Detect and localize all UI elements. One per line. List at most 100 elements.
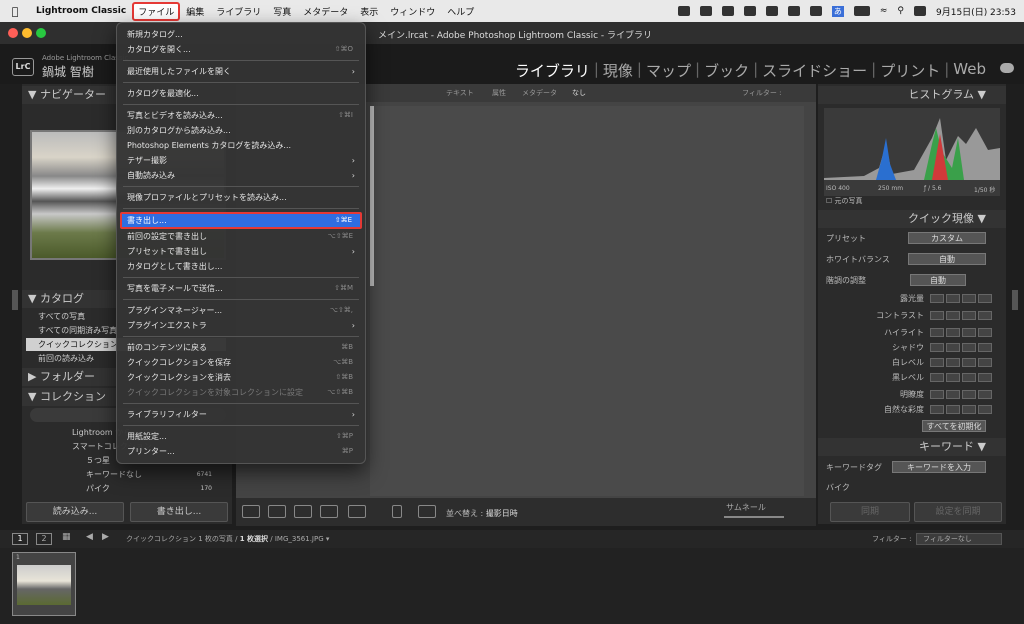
wifi-icon[interactable]: ≈ [880, 6, 888, 16]
collection-item[interactable]: パイク 170 [26, 482, 226, 495]
survey-view-icon[interactable] [320, 505, 338, 518]
keyword-tags-input[interactable]: キーワードを入力 [892, 461, 986, 473]
menu-item-export[interactable]: 書き出し... ⇧⌘E [120, 212, 362, 229]
people-view-icon[interactable] [348, 505, 366, 518]
menu-library[interactable]: ライブラリ [210, 5, 267, 18]
clarity-steppers[interactable] [930, 390, 992, 399]
dropbox-icon[interactable] [699, 6, 712, 16]
minimize-window-button[interactable] [22, 28, 32, 38]
sort-direction-icon[interactable] [418, 505, 436, 518]
folder-icon[interactable] [721, 6, 734, 16]
contrast-steppers[interactable] [930, 311, 992, 320]
right-panel-toggle[interactable] [1012, 290, 1018, 310]
original-photo-toggle[interactable]: ☐ 元の写真 [826, 196, 863, 206]
filmstrip-source[interactable]: クイックコレクション 1 枚の写真 / 1 枚選択 / IMG_3561.JPG… [126, 534, 329, 544]
menu-item[interactable]: プラグインエクストラ › [117, 318, 365, 333]
filmstrip-filter-dropdown[interactable]: フィルターなし [916, 533, 1002, 545]
module-develop[interactable]: 現像 [603, 60, 633, 81]
page-1-button[interactable]: 1 [12, 533, 28, 545]
photo-grid[interactable] [370, 106, 804, 496]
sync-button[interactable]: 同期 [830, 502, 910, 522]
menu-metadata[interactable]: メタデータ [297, 5, 354, 18]
shadows-steppers[interactable] [930, 343, 992, 352]
grid-view-icon[interactable] [242, 505, 260, 518]
menu-view[interactable]: 表示 [354, 5, 384, 18]
menu-item[interactable]: ライブラリフィルター › [117, 407, 365, 422]
spray-can-icon[interactable] [392, 505, 402, 518]
left-panel-toggle[interactable] [12, 290, 18, 310]
module-web[interactable]: Web [953, 60, 986, 81]
menu-file[interactable]: ファイル [132, 1, 181, 21]
clock[interactable]: 9月15日(日) 23:53 [936, 5, 1016, 18]
grid-icon[interactable]: ▦ [62, 532, 71, 542]
menu-item[interactable]: Photoshop Elements カタログを読み込み... [117, 138, 365, 153]
reset-all-button[interactable]: すべてを初期化 [922, 420, 986, 432]
filmstrip-thumbnail[interactable]: 1 [12, 552, 76, 616]
close-window-button[interactable] [8, 28, 18, 38]
histogram[interactable]: ISO 400 250 mm ƒ / 5.6 1/50 秒 [824, 108, 1000, 196]
line-icon[interactable] [787, 6, 800, 16]
exposure-steppers[interactable] [930, 294, 992, 303]
whites-steppers[interactable] [930, 358, 992, 367]
airplay-icon[interactable] [765, 6, 778, 16]
quick-develop-header[interactable]: クイック現像 ▼ [818, 210, 1006, 228]
auto-tone-button[interactable]: 自動 [910, 274, 966, 286]
sync-settings-button[interactable]: 設定を同期 [914, 502, 1002, 522]
keywords-header[interactable]: キーワード ▼ [818, 438, 1006, 456]
thumbnail-size-slider[interactable] [724, 516, 784, 518]
menu-item[interactable]: 写真を電子メールで送信... ⇧⌘M [117, 281, 365, 296]
bluetooth-icon[interactable] [809, 6, 822, 16]
blacks-steppers[interactable] [930, 373, 992, 382]
loupe-view-icon[interactable] [268, 505, 286, 518]
module-book[interactable]: ブック [704, 60, 749, 81]
histogram-header[interactable]: ヒストグラム ▼ [818, 86, 1006, 104]
white-balance-dropdown[interactable]: 自動 [908, 253, 986, 265]
menu-item[interactable]: 新規カタログ... [117, 27, 365, 42]
module-map[interactable]: マップ [646, 60, 691, 81]
preset-dropdown[interactable]: カスタム [908, 232, 986, 244]
module-slideshow[interactable]: スライドショー [762, 60, 867, 81]
module-library[interactable]: ライブラリ [515, 60, 590, 81]
keyword-value[interactable]: バイク [826, 482, 850, 493]
menu-item[interactable]: プリセットで書き出し › [117, 244, 365, 259]
menu-item[interactable]: カタログとして書き出し... [117, 259, 365, 274]
message-icon[interactable] [743, 6, 756, 16]
compare-view-icon[interactable] [294, 505, 312, 518]
menu-item[interactable]: クイックコレクションを消去 ⇧⌘B [117, 370, 365, 385]
menu-item[interactable]: プラグインマネージャー... ⌥⇧⌘, [117, 303, 365, 318]
page-2-button[interactable]: 2 [36, 533, 52, 545]
menu-window[interactable]: ウィンドウ [384, 5, 441, 18]
menu-item[interactable]: 用紙設定... ⇧⌘P [117, 429, 365, 444]
forward-arrow-icon[interactable]: ▶ [102, 532, 109, 542]
menu-item[interactable]: テザー撮影 › [117, 153, 365, 168]
import-button[interactable]: 読み込み... [26, 502, 124, 522]
status-icon[interactable] [677, 6, 690, 16]
cloud-icon[interactable] [1000, 63, 1014, 73]
menu-edit[interactable]: 編集 [180, 5, 210, 18]
filter-none[interactable]: なし [572, 88, 586, 98]
menu-item[interactable]: 現像プロファイルとプリセットを読み込み... [117, 190, 365, 205]
back-arrow-icon[interactable]: ◀ [86, 532, 93, 542]
menu-item[interactable]: カタログを最適化... [117, 86, 365, 101]
highlights-steppers[interactable] [930, 328, 992, 337]
collection-item[interactable]: キーワードなし 6741 [26, 468, 226, 481]
menu-help[interactable]: ヘルプ [441, 5, 480, 18]
vibrance-steppers[interactable] [930, 405, 992, 414]
menu-item[interactable]: 最近使用したファイルを開く › [117, 64, 365, 79]
grid-cell[interactable] [370, 106, 374, 286]
menu-item[interactable]: 前のコンテンツに戻る ⌘B [117, 340, 365, 355]
input-method-indicator[interactable]: あ [831, 5, 844, 17]
control-center-icon[interactable] [914, 6, 926, 16]
menu-photo[interactable]: 写真 [267, 5, 297, 18]
filter-text[interactable]: テキスト [446, 88, 474, 98]
menu-item[interactable]: クイックコレクションを保存 ⌥⌘B [117, 355, 365, 370]
export-button[interactable]: 書き出し... [130, 502, 228, 522]
menu-item[interactable]: 別のカタログから読み込み... [117, 123, 365, 138]
menu-item[interactable]: 自動読み込み › [117, 168, 365, 183]
filter-attribute[interactable]: 属性 [492, 88, 506, 98]
menu-item[interactable]: 写真とビデオを読み込み... ⇧⌘I [117, 108, 365, 123]
menu-item[interactable]: プリンター... ⌘P [117, 444, 365, 459]
battery-icon[interactable] [853, 6, 870, 16]
search-icon[interactable]: ⚲ [897, 6, 904, 16]
sort-control[interactable]: 並べ替え : 撮影日時 [446, 508, 518, 519]
